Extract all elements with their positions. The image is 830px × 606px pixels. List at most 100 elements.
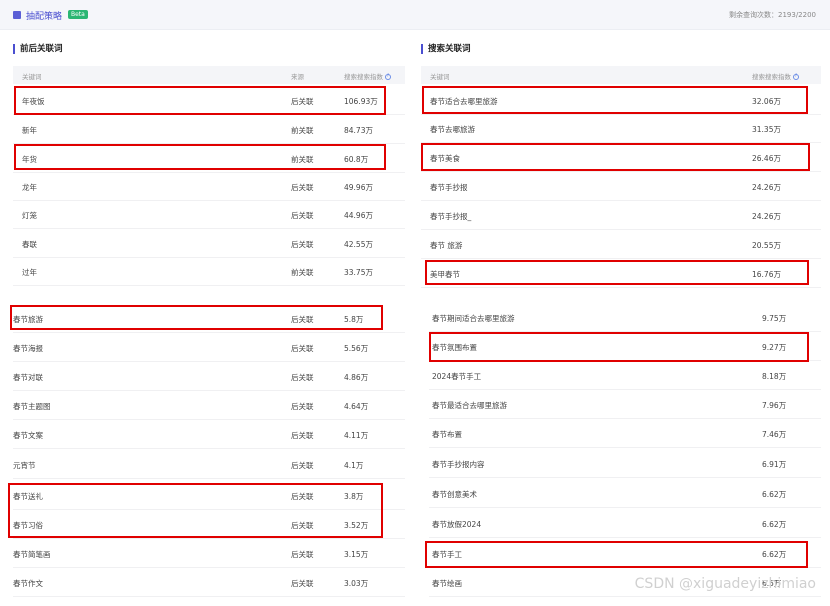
table-row[interactable]: 春节文案 后关联 4.11万 [13, 420, 405, 449]
index-cell: 8.18万 [762, 372, 787, 381]
table-row[interactable]: 元宵节 后关联 4.1万 [13, 450, 405, 479]
keyword-cell: 春节美食 [430, 154, 460, 163]
col-keyword: 关键词 [22, 73, 42, 81]
strategy-icon [13, 11, 21, 19]
table-row[interactable]: 春节期间适合去哪里旅游 9.75万 [429, 303, 821, 332]
keyword-cell: 灯笼 [22, 211, 37, 220]
index-cell: 3.15万 [344, 550, 369, 559]
table-row[interactable]: 春节最适合去哪里旅游 7.96万 [429, 390, 821, 419]
table-row[interactable]: 春节 旅游 20.55万 [421, 230, 821, 259]
keyword-cell: 春节主题图 [13, 402, 51, 411]
table-row[interactable]: 春节布置 7.46万 [429, 419, 821, 448]
keyword-cell: 春节创意美术 [432, 490, 477, 499]
index-cell: 84.73万 [344, 126, 373, 135]
table-row[interactable]: 春节手抄报 24.26万 [421, 172, 821, 201]
watermark: CSDN @xiguadeyizhimiao [634, 576, 816, 592]
source-cell: 后关联 [291, 315, 314, 324]
source-cell: 后关联 [291, 550, 314, 559]
source-cell: 前关联 [291, 268, 314, 277]
table-row[interactable]: 春联 后关联 42.55万 [13, 229, 405, 258]
table-row[interactable]: 春节习俗 后关联 3.52万 [13, 510, 405, 539]
table-row[interactable]: 2024春节手工 8.18万 [429, 361, 821, 390]
keyword-cell: 春节绘画 [432, 579, 462, 588]
source-cell: 后关联 [291, 344, 314, 353]
index-cell: 5.56万 [344, 344, 369, 353]
table-row[interactable]: 春节手抄报_ 24.26万 [421, 201, 821, 230]
table-row[interactable]: 春节作文 后关联 3.03万 [13, 568, 405, 597]
keyword-cell: 过年 [22, 268, 37, 277]
table-row[interactable]: 春节适合去哪里旅游 32.06万 [421, 86, 821, 115]
index-cell: 7.46万 [762, 430, 787, 439]
source-cell: 后关联 [291, 211, 314, 220]
index-cell: 60.8万 [344, 155, 369, 164]
index-cell: 4.1万 [344, 461, 364, 470]
table-row[interactable]: 年夜饭 后关联 106.93万 [13, 86, 405, 115]
keyword-cell: 春节文案 [13, 431, 43, 440]
table-row[interactable]: 春节手抄报内容 6.91万 [429, 449, 821, 478]
table-row[interactable]: 春节对联 后关联 4.86万 [13, 362, 405, 391]
keyword-cell: 春节手工 [432, 550, 462, 559]
keyword-cell: 春节手抄报内容 [432, 460, 485, 469]
table-row[interactable]: 新年 前关联 84.73万 [13, 115, 405, 144]
table-row[interactable]: 春节简笔画 后关联 3.15万 [13, 539, 405, 568]
right-table-header: 关键词 搜索搜索指数? [421, 66, 821, 84]
right-section-title: 搜索关联词 [421, 44, 471, 54]
col-source: 来源 [291, 73, 304, 81]
keyword-cell: 春节作文 [13, 579, 43, 588]
index-cell: 5.8万 [344, 315, 364, 324]
keyword-cell: 春节去哪旅游 [430, 125, 475, 134]
table-row[interactable]: 春节创意美术 6.62万 [429, 479, 821, 508]
keyword-cell: 美甲春节 [430, 270, 460, 279]
table-row[interactable]: 春节旅游 后关联 5.8万 [13, 304, 405, 333]
index-cell: 6.91万 [762, 460, 787, 469]
table-row[interactable]: 年货 前关联 60.8万 [13, 144, 405, 173]
index-cell: 3.03万 [344, 579, 369, 588]
source-cell: 后关联 [291, 579, 314, 588]
keyword-cell: 春节旅游 [13, 315, 43, 324]
index-cell: 6.62万 [762, 550, 787, 559]
index-cell: 9.75万 [762, 314, 787, 323]
index-cell: 16.76万 [752, 270, 781, 279]
table-row[interactable]: 龙年 后关联 49.96万 [13, 172, 405, 201]
beta-badge: Beta [68, 10, 88, 19]
index-cell: 32.06万 [752, 97, 781, 106]
index-cell: 7.96万 [762, 401, 787, 410]
index-cell: 6.62万 [762, 490, 787, 499]
table-row[interactable]: 春节氛围布置 9.27万 [429, 332, 821, 361]
page-title[interactable]: 抽配策略 [26, 9, 62, 22]
index-cell: 4.11万 [344, 431, 369, 440]
keyword-cell: 春联 [22, 240, 37, 249]
help-icon[interactable]: ? [385, 74, 391, 80]
keyword-cell: 龙年 [22, 183, 37, 192]
table-row[interactable]: 春节送礼 后关联 3.8万 [13, 481, 405, 510]
index-cell: 42.55万 [344, 240, 373, 249]
keyword-cell: 春节手抄报_ [430, 212, 472, 221]
source-cell: 后关联 [291, 461, 314, 470]
keyword-cell: 新年 [22, 126, 37, 135]
col-search-index: 搜索搜索指数? [752, 73, 799, 81]
source-cell: 后关联 [291, 97, 314, 106]
keyword-cell: 春节手抄报 [430, 183, 468, 192]
table-row[interactable]: 灯笼 后关联 44.96万 [13, 200, 405, 229]
keyword-cell: 2024春节手工 [432, 372, 482, 381]
table-row[interactable]: 春节主题图 后关联 4.64万 [13, 391, 405, 420]
keyword-cell: 年货 [22, 155, 37, 164]
index-cell: 24.26万 [752, 212, 781, 221]
table-row[interactable]: 过年 前关联 33.75万 [13, 257, 405, 286]
col-search-index: 搜索搜索指数? [344, 73, 391, 81]
table-row[interactable]: 美甲春节 16.76万 [421, 259, 821, 288]
table-row[interactable]: 春节美食 26.46万 [421, 143, 821, 172]
keyword-cell: 春节简笔画 [13, 550, 51, 559]
help-icon[interactable]: ? [793, 74, 799, 80]
source-cell: 后关联 [291, 183, 314, 192]
keyword-cell: 春节对联 [13, 373, 43, 382]
table-row[interactable]: 春节放假2024 6.62万 [429, 509, 821, 538]
keyword-cell: 春节期间适合去哪里旅游 [432, 314, 515, 323]
table-row[interactable]: 春节海报 后关联 5.56万 [13, 333, 405, 362]
index-cell: 4.64万 [344, 402, 369, 411]
table-row[interactable]: 春节去哪旅游 31.35万 [421, 114, 821, 143]
table-row[interactable]: 春节手工 6.62万 [429, 539, 821, 568]
left-table-header: 关键词 来源 搜索搜索指数? [13, 66, 405, 84]
source-cell: 后关联 [291, 492, 314, 501]
source-cell: 后关联 [291, 521, 314, 530]
